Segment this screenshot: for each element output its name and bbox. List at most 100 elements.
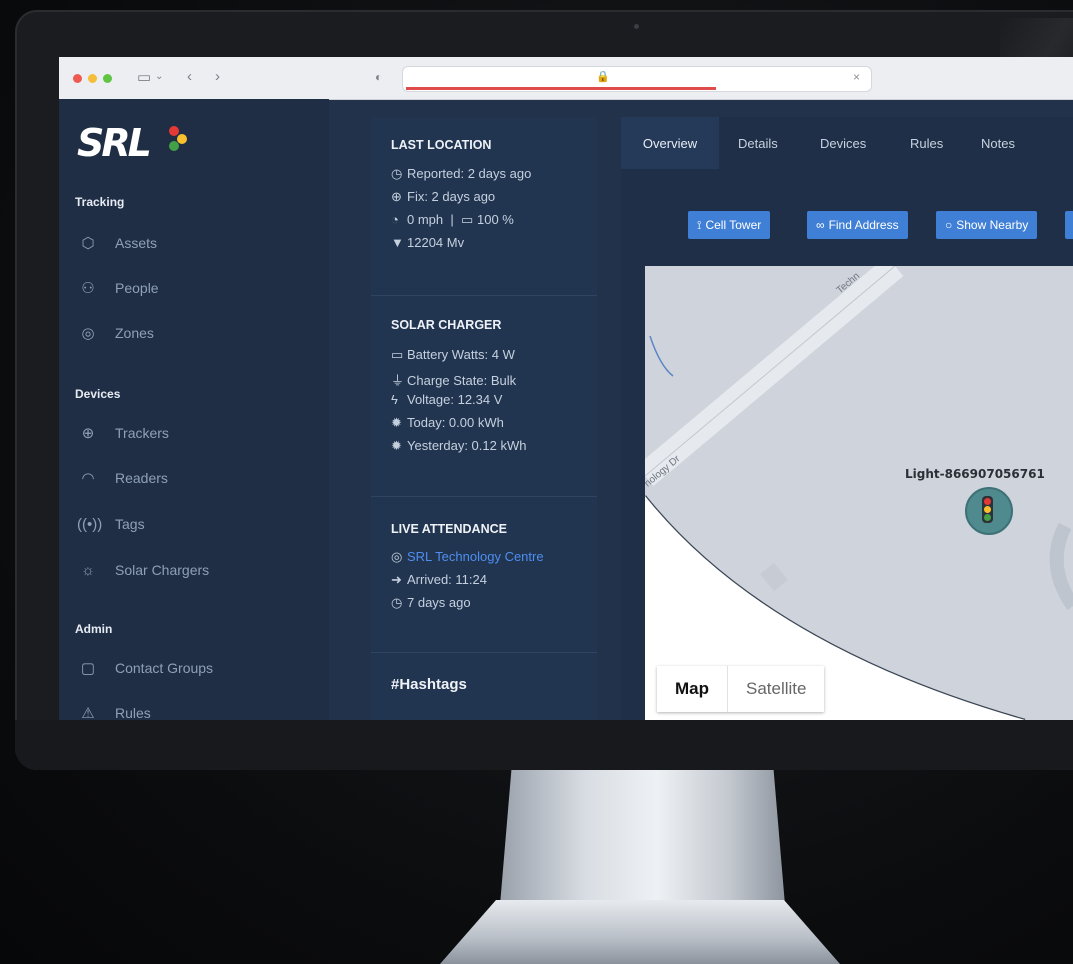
card-title: SOLAR CHARGER [391, 318, 502, 332]
box-icon: ⬡ [81, 235, 95, 252]
main-panel: Overview Details Devices Rules Notes ⟟ Ce… [621, 117, 1073, 720]
map-view[interactable]: Techn nology Dr Light-866907056761 Map S… [645, 266, 1073, 720]
tab-details[interactable]: Details [738, 117, 778, 169]
sidebar-item-label: People [115, 280, 159, 296]
people-icon: ⚇ [81, 280, 95, 297]
sidebar-item-label: Solar Chargers [115, 562, 210, 578]
globe-icon: ⊕ [391, 189, 402, 204]
show-nearby-button[interactable]: ○ Show Nearby [936, 211, 1038, 239]
attendance-location-row[interactable]: ◎ SRL Technology Centre [391, 549, 544, 565]
speed-battery-row: ◔ 0 mph | ▭ 100 % [391, 212, 514, 228]
forward-icon[interactable]: › [215, 68, 220, 85]
more-actions-button[interactable] [1065, 211, 1073, 239]
voltage-row: ▼ 12204 Mv [391, 235, 464, 250]
fix-row: ⊕ Fix: 2 days ago [391, 189, 495, 205]
sidebar-item-assets[interactable]: ⬡ Assets [77, 232, 157, 254]
sidebar-item-readers[interactable]: ◠ Readers [77, 467, 167, 489]
map-canvas [645, 266, 1073, 720]
voltage-row: ϟ Voltage: 12.34 V [391, 392, 502, 407]
red-light [984, 498, 991, 505]
tab-devices[interactable]: Devices [820, 117, 866, 169]
tab-overview[interactable]: Overview [621, 117, 719, 169]
traffic-light-body [982, 496, 993, 523]
sidebar-item-rules[interactable]: ⚠ Rules [77, 702, 151, 720]
warning-icon: ⚠ [81, 705, 95, 720]
sidebar-item-contact-groups[interactable]: ▢ Contact Groups [77, 657, 213, 679]
sidebar: SRL Tracking ⬡ Assets ⚇ People ◎ Zones D… [59, 99, 329, 720]
chevron-down-icon[interactable]: ⌄ [155, 71, 163, 82]
sidebar-item-trackers[interactable]: ⊕ Trackers [77, 422, 169, 444]
find-address-button[interactable]: ∞ Find Address [807, 211, 908, 239]
battery-icon: ▭ [461, 212, 474, 227]
voltage-value: 12204 Mv [407, 235, 465, 250]
charge-state-value: Charge State: Bulk [407, 373, 517, 388]
sidebar-item-solar-chargers[interactable]: ☼ Solar Chargers [77, 559, 209, 581]
charge-state-row: ⏚ Charge State: Bulk [391, 370, 516, 389]
sidebar-item-people[interactable]: ⚇ People [77, 277, 159, 299]
road-upper-edge [645, 266, 896, 477]
monitor-chin [15, 720, 1073, 770]
arrived-row: ➜ Arrived: 11:24 [391, 572, 487, 588]
section-devices: Devices [75, 387, 121, 401]
speedometer-icon: ◔ [391, 212, 399, 227]
clear-url-button[interactable]: × [853, 70, 860, 84]
green-light [984, 514, 991, 521]
cell-tower-icon: ⟟ [697, 217, 702, 232]
button-label: Show Nearby [956, 218, 1029, 232]
blue-path [649, 335, 674, 377]
clock-icon: ◷ [391, 595, 403, 610]
sun-icon: ✹ [391, 438, 402, 453]
ago-value: 7 days ago [407, 595, 471, 610]
ago-row: ◷ 7 days ago [391, 595, 471, 611]
reported-row: ◷ Reported: 2 days ago [391, 166, 531, 182]
page-load-progress [406, 87, 716, 90]
yesterday-row: ✹ Yesterday: 0.12 kWh [391, 438, 526, 454]
sun-icon: ☼ [81, 561, 95, 579]
satellite-view-button[interactable]: Satellite [727, 666, 824, 712]
separator: | [450, 212, 454, 227]
marker-label: Light-866907056761 [905, 467, 1045, 481]
broadcast-icon: ((•)) [77, 515, 103, 533]
shield-icon[interactable]: ◐ [375, 70, 382, 84]
close-window-button[interactable] [73, 74, 82, 83]
tab-rules[interactable]: Rules [910, 117, 943, 169]
plug-icon: ⏚ [391, 373, 405, 388]
circle-icon: ○ [945, 218, 953, 232]
battery-watts-value: Battery Watts: 4 W [407, 347, 515, 362]
target-icon: ◎ [391, 549, 403, 564]
button-label: Cell Tower [705, 218, 762, 232]
lock-icon: 🔒 [596, 71, 610, 83]
section-tracking: Tracking [75, 195, 125, 209]
today-row: ✹ Today: 0.00 kWh [391, 415, 504, 431]
attendance-location-link[interactable]: SRL Technology Centre [407, 549, 544, 564]
sidebar-item-tags[interactable]: ((•)) Tags [77, 513, 145, 535]
battery-watts-row: ▭ Battery Watts: 4 W [391, 347, 515, 363]
target-icon: ◎ [81, 325, 95, 342]
sidebar-item-label: Contact Groups [115, 660, 214, 676]
battery-value: 100 % [477, 212, 514, 227]
sidebar-item-label: Trackers [115, 425, 169, 441]
fix-value: Fix: 2 days ago [407, 189, 496, 204]
monitor-stand-neck [500, 770, 785, 905]
battery-icon: ▭ [391, 347, 404, 362]
minimize-window-button[interactable] [88, 74, 97, 83]
tab-notes[interactable]: Notes [981, 117, 1015, 169]
srl-logo[interactable]: SRL [77, 121, 152, 165]
cell-tower-button[interactable]: ⟟ Cell Tower [688, 211, 771, 239]
speed-value: 0 mph [407, 212, 444, 227]
sidebar-toggle-icon[interactable]: ▭ [137, 68, 151, 86]
back-icon[interactable]: ‹ [187, 68, 192, 85]
sidebar-item-label: Zones [115, 325, 154, 341]
section-admin: Admin [75, 622, 113, 636]
card-title: LIVE ATTENDANCE [391, 522, 507, 536]
card-title: #Hashtags [391, 676, 467, 693]
sidebar-item-zones[interactable]: ◎ Zones [77, 322, 154, 344]
sidebar-item-label: Tags [115, 516, 145, 532]
maximize-window-button[interactable] [103, 74, 112, 83]
traffic-light-marker-icon[interactable] [965, 487, 1013, 535]
sun-icon: ✹ [391, 415, 402, 430]
clipboard-icon: ▢ [80, 660, 96, 677]
map-view-button[interactable]: Map [657, 666, 727, 712]
down-arrow-icon: ▼ [391, 235, 404, 250]
sidebar-item-label: Assets [115, 235, 158, 251]
